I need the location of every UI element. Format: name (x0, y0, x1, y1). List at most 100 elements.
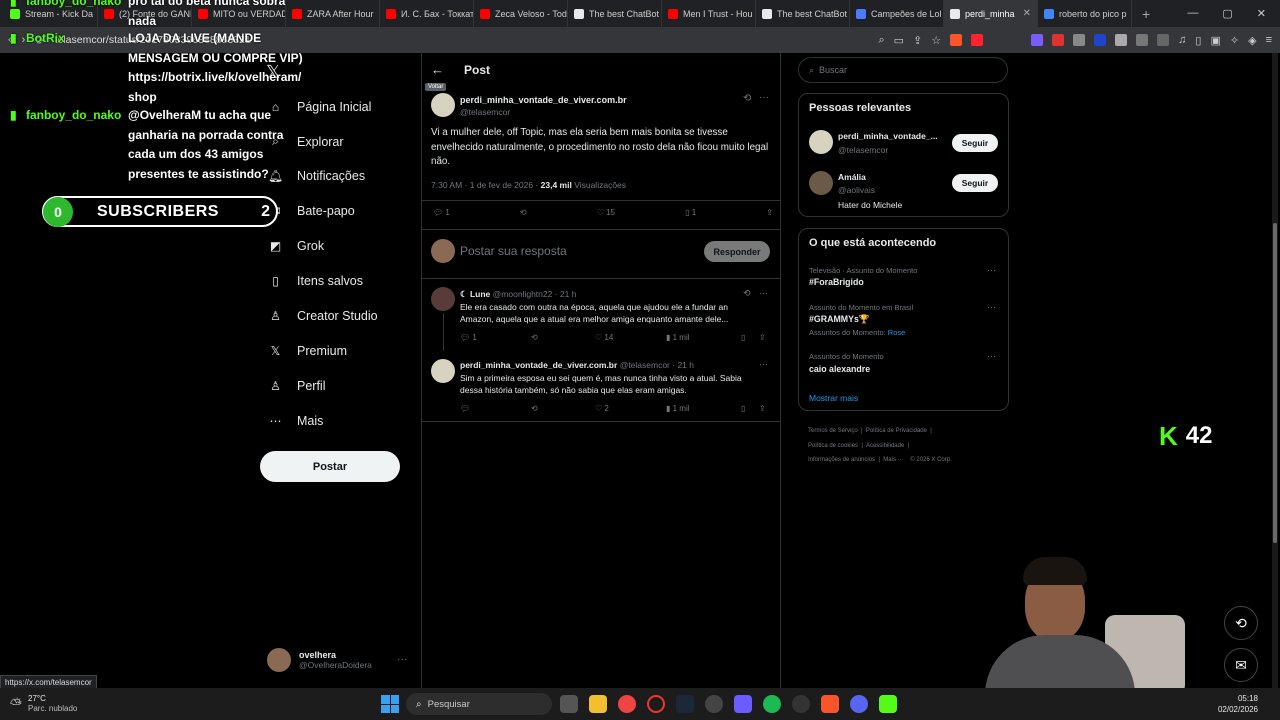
bookmark-icon[interactable]: ▯ (741, 333, 759, 342)
follow-button[interactable]: Seguir (952, 134, 998, 152)
person-name[interactable]: perdi_minha_vontade_... (838, 131, 938, 141)
file-explorer-icon[interactable] (589, 695, 607, 713)
share-icon[interactable]: ⇪ (766, 208, 773, 217)
browser-tab[interactable]: perdi_minha ✕ (944, 0, 1038, 27)
like-action[interactable]: ♡ 15 (597, 208, 615, 217)
vpn-icon[interactable]: ◈ (1248, 34, 1256, 47)
brave-icon[interactable] (821, 695, 839, 713)
sidebar-item-premium[interactable]: 𝕏 Premium (268, 333, 347, 368)
extension-icon[interactable] (1031, 34, 1044, 46)
back-arrow-icon[interactable]: ← (431, 62, 444, 77)
sidebar-icon[interactable]: ▯ (1195, 34, 1201, 47)
bookmark-icon[interactable]: ▯ (741, 404, 759, 413)
browser-tab[interactable]: Men I Trust - Hou (662, 0, 756, 27)
account-switcher[interactable]: ovelhera @OvelheraDoidera (267, 648, 372, 672)
more-icon[interactable]: ··· (987, 265, 996, 275)
reply-input[interactable]: Postar sua resposta (460, 244, 567, 258)
weather-widget[interactable]: ⛅︎ 27°C Parc. nublado (10, 694, 77, 714)
new-tab-button[interactable]: + (1132, 6, 1160, 22)
reply-author[interactable]: perdi_minha_vontade_de_viver.com.br (460, 360, 617, 370)
spotify-icon[interactable] (763, 695, 781, 713)
views-action[interactable]: ▮ 1 mil (666, 404, 741, 413)
steam-icon[interactable] (676, 695, 694, 713)
music-icon[interactable]: ♫ (1178, 34, 1186, 46)
retweet-icon[interactable]: ⟲ (520, 208, 527, 217)
reply-button[interactable]: Responder (704, 241, 770, 262)
share-icon[interactable]: ⇪ (913, 34, 922, 47)
app-icon[interactable] (792, 695, 810, 713)
taskbar-search-input[interactable]: Pesquisar (428, 699, 470, 710)
bookmark-action[interactable]: ▯ 1 (685, 208, 696, 217)
grok-icon[interactable]: ⟲ (743, 93, 751, 104)
cast-icon[interactable]: ▭ (894, 34, 904, 47)
close-window-button[interactable]: ✕ (1257, 7, 1266, 20)
avatar[interactable] (431, 287, 455, 311)
trend-topic[interactable]: caio alexandre (809, 364, 870, 374)
browser-tab[interactable]: The best ChatBot (756, 0, 850, 27)
footer-link[interactable]: Acessibilidade (866, 443, 904, 449)
browser-tab[interactable]: И. С. Бах - Токкат (380, 0, 474, 27)
post-author[interactable]: perdi_minha_vontade_de_viver.com.br (460, 95, 627, 105)
sidebar-item-creator-studio[interactable]: ♙ Creator Studio (268, 298, 378, 333)
bookmark-star-icon[interactable]: ☆ (931, 34, 941, 47)
reply-action[interactable]: 💬︎ (460, 404, 531, 413)
browser-tab[interactable]: Zeca Veloso - Tod (474, 0, 568, 27)
footer-link[interactable]: Política de Privacidade (866, 428, 927, 434)
scrollbar[interactable] (1272, 53, 1278, 688)
clock[interactable]: 05:18 02/02/2026 (1218, 693, 1258, 715)
footer-link[interactable]: Política de cookies (808, 443, 858, 449)
avatar[interactable] (431, 359, 455, 383)
extension-icon[interactable] (1052, 34, 1065, 46)
menu-icon[interactable]: ≡ (1266, 34, 1272, 46)
search-box[interactable]: ⌕ Buscar (798, 57, 1008, 83)
extension-icon[interactable] (1157, 34, 1170, 46)
trend-topic[interactable]: #ForaBrigido (809, 277, 864, 287)
scrollbar-thumb[interactable] (1273, 223, 1277, 543)
minimize-button[interactable]: — (1187, 7, 1198, 20)
discord-icon[interactable] (850, 695, 868, 713)
reply-action[interactable]: 💬︎ 1 (460, 333, 531, 342)
sidebar-item-bate-papo[interactable]: ✉Bate-papo (268, 193, 354, 228)
post-button[interactable]: Postar (260, 451, 400, 482)
like-action[interactable]: ♡ 2 (595, 404, 666, 413)
chrome-icon[interactable] (618, 695, 636, 713)
views-action[interactable]: ▮ 1 mil (666, 333, 741, 342)
more-icon[interactable]: ··· (759, 288, 768, 298)
obs-icon[interactable] (705, 695, 723, 713)
opera-icon[interactable] (647, 695, 665, 713)
post-handle[interactable]: @telasemcor (460, 107, 510, 117)
taskbar-search[interactable]: ⌕ Pesquisar (406, 693, 552, 715)
messages-icon[interactable]: ✉ (1224, 648, 1258, 682)
reply-author[interactable]: ☾ Lune (460, 289, 490, 299)
more-icon[interactable]: ··· (759, 92, 769, 103)
puzzle-icon[interactable] (1136, 34, 1149, 46)
more-icon[interactable]: ··· (759, 359, 768, 369)
person-name[interactable]: Amália (838, 172, 866, 182)
share-icon[interactable]: ⇪ (759, 404, 766, 413)
footer-link[interactable]: Termos de Serviço (808, 428, 858, 434)
show-more-link[interactable]: Mostrar mais (809, 393, 858, 403)
sidebar-item-grok[interactable]: ◩ Grok (268, 228, 324, 263)
reply-handle[interactable]: @telasemcor · 21 h (620, 360, 694, 370)
browser-tab[interactable]: The best ChatBot (568, 0, 662, 27)
zoom-icon[interactable]: ⌕ (879, 34, 885, 47)
follow-button[interactable]: Seguir (952, 174, 998, 192)
app-icon[interactable] (734, 695, 752, 713)
sidebar-item-perfil[interactable]: ♙ Perfil (268, 368, 325, 403)
grok-icon[interactable]: ⟲ (743, 288, 751, 299)
browser-tab[interactable]: Campeões de Lol (850, 0, 944, 27)
browser-tab[interactable]: roberto do pico p (1038, 0, 1132, 27)
extension-icon[interactable] (1094, 34, 1107, 46)
brave-shield-icon[interactable] (950, 34, 963, 46)
avatar[interactable] (809, 171, 833, 195)
search-input[interactable]: Buscar (819, 65, 847, 75)
avatar[interactable] (431, 93, 455, 117)
brave-rewards-icon[interactable] (971, 34, 984, 46)
maximize-button[interactable]: ▢ (1222, 7, 1232, 20)
retweet-icon[interactable]: ⟲ (531, 404, 595, 413)
extension-icon[interactable] (1073, 34, 1086, 46)
close-tab-icon[interactable]: ✕ (1023, 8, 1031, 19)
start-icon[interactable] (381, 695, 399, 713)
reply-handle[interactable]: @moonlightn22 · 21 h (493, 289, 577, 299)
leo-icon[interactable]: ✧ (1230, 34, 1239, 47)
